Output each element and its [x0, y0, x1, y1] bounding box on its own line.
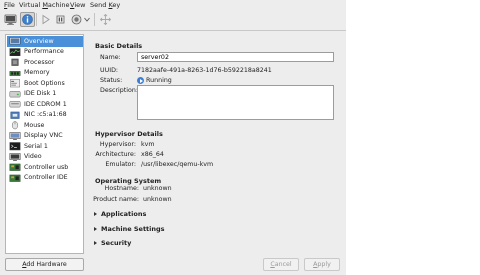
video-icon — [9, 152, 21, 161]
shutdown-icon — [71, 14, 82, 25]
sidebar-item-serial[interactable]: Serial 1 — [7, 141, 83, 152]
sidebar-item-display-vnc[interactable]: Display VNC — [7, 131, 83, 142]
sidebar-item-label: Controller usb — [24, 163, 69, 171]
overview-icon — [9, 37, 21, 45]
hypervisor-value: kvm — [141, 141, 155, 148]
sidebar-item-label: Mouse — [24, 121, 45, 129]
product-name-label: Product name: — [93, 196, 139, 203]
sidebar-item-label: Video — [24, 153, 42, 160]
vm-details-window: File Virtual Machine View Send Key Overv… — [0, 0, 346, 275]
sidebar-item-label: Serial 1 — [24, 142, 48, 150]
chevron-down-icon — [84, 17, 90, 22]
info-icon — [22, 14, 33, 25]
controller-icon — [9, 163, 21, 171]
applications-expander[interactable]: Applications — [94, 210, 146, 218]
sidebar-item-nic[interactable]: NIC :c5:a1:68 — [7, 110, 83, 121]
hostname-label: Hostname: — [104, 185, 139, 192]
sidebar-item-label: Memory — [24, 69, 50, 76]
sidebar-item-label: Display VNC — [24, 132, 63, 139]
status-label: Status: — [100, 77, 123, 84]
sidebar-item-label: Processor — [24, 58, 55, 66]
hardware-list: Overview Performance Processor Memory Bo… — [5, 34, 84, 254]
sidebar-item-ide-disk[interactable]: IDE Disk 1 — [7, 89, 83, 100]
add-hardware-button[interactable]: Add Hardware — [5, 258, 84, 271]
emulator-label: Emulator: — [105, 161, 136, 168]
expander-arrow-icon — [94, 227, 97, 231]
menu-file[interactable]: File — [4, 1, 15, 9]
sidebar-item-ide-cdrom[interactable]: IDE CDROM 1 — [7, 99, 83, 110]
sidebar-item-label: Boot Options — [24, 79, 65, 87]
sidebar-item-video[interactable]: Video — [7, 152, 83, 163]
sidebar-item-controller-usb[interactable]: Controller usb — [7, 162, 83, 173]
mouse-icon — [11, 121, 19, 130]
nic-icon — [10, 111, 20, 119]
console-button[interactable] — [3, 12, 18, 27]
toolbar-separator — [36, 13, 37, 26]
menubar: File Virtual Machine View Send Key — [0, 0, 346, 10]
apply-button[interactable]: Apply — [304, 258, 340, 271]
display-icon — [9, 131, 21, 140]
shutdown-button[interactable] — [69, 12, 84, 27]
console-icon — [4, 14, 17, 25]
sidebar-item-label: Controller IDE — [24, 174, 68, 181]
sidebar-item-controller-ide[interactable]: Controller IDE — [7, 173, 83, 184]
emulator-value: /usr/libexec/qemu-kvm — [141, 161, 214, 168]
sidebar-item-performance[interactable]: Performance — [7, 47, 83, 58]
performance-icon — [9, 47, 21, 56]
hypervisor-label: Hypervisor: — [99, 141, 136, 148]
serial-icon — [9, 142, 21, 151]
name-label: Name: — [100, 54, 121, 61]
uuid-label: UUID: — [100, 67, 119, 74]
details-button[interactable] — [20, 12, 35, 27]
description-field[interactable] — [137, 85, 334, 120]
expander-arrow-icon — [94, 212, 97, 216]
status-value: Running — [146, 77, 172, 84]
sidebar-item-memory[interactable]: Memory — [7, 68, 83, 79]
pause-icon — [56, 15, 65, 24]
sidebar-item-label: NIC :c5:a1:68 — [24, 111, 67, 118]
hostname-value: unknown — [143, 185, 172, 192]
name-field[interactable] — [137, 52, 334, 62]
memory-icon — [9, 70, 21, 76]
shutdown-menu-button[interactable] — [83, 12, 98, 27]
processor-icon — [11, 58, 19, 66]
menu-send-key[interactable]: Send Key — [90, 1, 120, 9]
description-label: Description: — [100, 87, 138, 94]
architecture-label: Architecture: — [95, 151, 136, 158]
details-panel: Basic Details Name: UUID: 7182aafe-491a-… — [89, 34, 344, 256]
machine-settings-expander[interactable]: Machine Settings — [94, 225, 165, 233]
cdrom-icon — [9, 101, 21, 108]
cancel-button[interactable]: Cancel — [263, 258, 299, 271]
run-button[interactable] — [38, 12, 53, 27]
fullscreen-icon — [99, 13, 112, 26]
product-name-value: unknown — [143, 196, 172, 203]
basic-details-title: Basic Details — [95, 42, 143, 50]
architecture-value: x86_64 — [141, 151, 164, 158]
sidebar-item-boot-options[interactable]: Boot Options — [7, 78, 83, 89]
sidebar-item-label: Performance — [24, 48, 64, 55]
disk-icon — [9, 90, 21, 97]
security-expander[interactable]: Security — [94, 239, 131, 247]
operating-system-title: Operating System — [95, 177, 162, 185]
sidebar-item-label: Overview — [24, 37, 54, 45]
sidebar-item-label: IDE Disk 1 — [24, 90, 57, 97]
expander-arrow-icon — [94, 241, 97, 245]
sidebar-item-label: IDE CDROM 1 — [24, 100, 67, 108]
pause-button[interactable] — [53, 12, 68, 27]
running-status-icon — [137, 77, 144, 84]
toolbar-separator — [94, 13, 95, 26]
sidebar-item-processor[interactable]: Processor — [7, 57, 83, 68]
menu-view[interactable]: View — [70, 1, 85, 9]
run-icon — [42, 14, 50, 25]
sidebar-item-mouse[interactable]: Mouse — [7, 120, 83, 131]
fullscreen-button[interactable] — [98, 12, 113, 27]
uuid-value: 7182aafe-491a-8263-1d76-b592218a8241 — [137, 67, 272, 74]
menu-virtual-machine[interactable]: Virtual Machine — [19, 1, 70, 9]
controller-icon — [9, 174, 21, 182]
toolbar — [0, 10, 346, 31]
boot-options-icon — [10, 79, 20, 88]
sidebar-item-overview[interactable]: Overview — [7, 36, 83, 47]
hypervisor-details-title: Hypervisor Details — [95, 130, 163, 138]
